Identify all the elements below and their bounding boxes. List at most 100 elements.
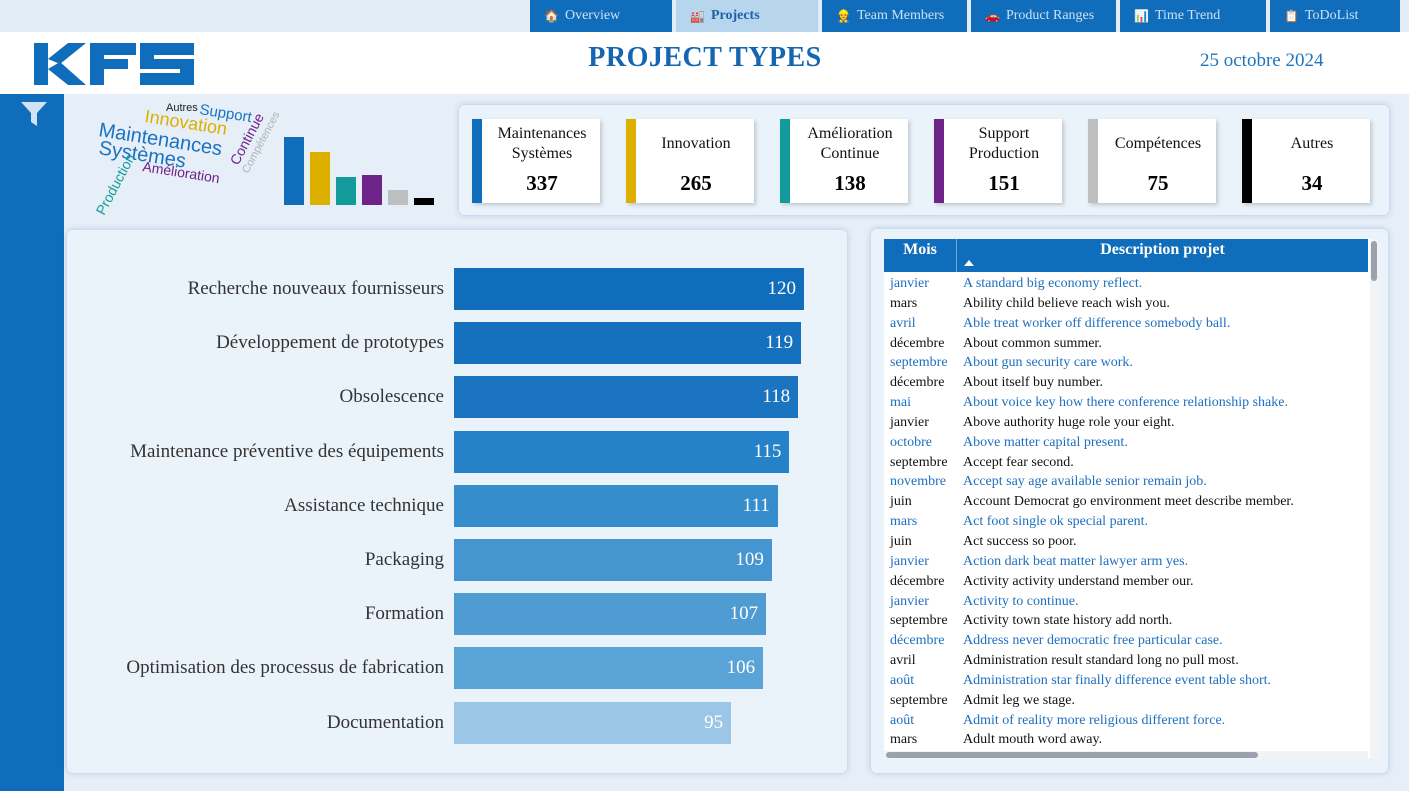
filter-icon[interactable] — [20, 101, 48, 132]
bar[interactable]: 118 — [454, 376, 799, 419]
table-row[interactable]: mars Adult mouth word away. — [884, 730, 1368, 750]
bar-row[interactable]: Maintenance préventive des équipements 11… — [67, 430, 847, 473]
table-row[interactable]: avril Able treat worker off difference so… — [884, 314, 1368, 334]
table-row[interactable]: septembre About gun security care work. — [884, 353, 1368, 373]
bar-row[interactable]: Développement de prototypes 119 — [67, 322, 847, 365]
mini-bar[interactable] — [388, 189, 408, 205]
cell-description: Act success so poor. — [963, 533, 1077, 549]
bar-value-label: 119 — [765, 332, 794, 354]
kfs-logo — [34, 43, 194, 90]
bar-category-label: Documentation — [326, 711, 444, 733]
mini-bar[interactable] — [284, 137, 304, 205]
tab-product-ranges[interactable]: 🚗 Product Ranges — [971, 0, 1116, 32]
bar-row[interactable]: Formation 107 — [67, 593, 847, 636]
kpi-value: 138 — [834, 171, 866, 195]
bar[interactable]: 119 — [454, 322, 802, 365]
kpi-card-maintenances[interactable]: Maintenances Systèmes 337 — [472, 119, 600, 203]
cell-mois: mars — [890, 732, 918, 748]
mini-bar[interactable] — [336, 177, 356, 205]
table-row[interactable]: septembre Admit leg we stage. — [884, 691, 1368, 711]
bar[interactable]: 106 — [454, 647, 764, 690]
table-row[interactable]: décembre Activity activity understand mem… — [884, 572, 1368, 592]
word-autres: Autres — [166, 102, 198, 114]
table-row[interactable]: janvier Activity to continue. — [884, 592, 1368, 612]
cell-description: Action dark beat matter lawyer arm yes. — [963, 553, 1189, 569]
table-row[interactable]: janvier A standard big economy reflect. — [884, 274, 1368, 294]
table-row[interactable]: septembre Accept fear second. — [884, 453, 1368, 473]
table-row[interactable]: septembre Activity town state history add… — [884, 611, 1368, 631]
kpi-card-competences[interactable]: Compétences 75 — [1088, 119, 1216, 203]
cell-mois: octobre — [890, 434, 932, 450]
bar-row[interactable]: Optimisation des processus de fabricatio… — [67, 647, 847, 690]
bar-row[interactable]: Recherche nouveaux fournisseurs 120 — [67, 268, 847, 310]
tab-todolist[interactable]: 📋 ToDoList — [1270, 0, 1400, 32]
table-row[interactable]: mai About voice key how there conference … — [884, 393, 1368, 413]
table-row[interactable]: décembre Address never democratic free pa… — [884, 631, 1368, 651]
tab-label: Product Ranges — [1005, 8, 1095, 23]
tab-overview[interactable]: 🏠 Overview — [530, 0, 672, 32]
vertical-scroll-thumb[interactable] — [1371, 241, 1377, 281]
tab-time-trend[interactable]: 📊 Time Trend — [1120, 0, 1266, 32]
cell-mois: juin — [890, 533, 912, 549]
table-row[interactable]: décembre About itself buy number. — [884, 373, 1368, 393]
horizontal-scroll-thumb[interactable] — [886, 752, 1258, 758]
kpi-label: Support Production — [968, 125, 1040, 162]
kpi-label: Innovation — [661, 135, 731, 152]
column-header-mois[interactable]: Mois — [884, 239, 957, 272]
kpi-stripe — [934, 119, 944, 203]
table-row[interactable]: décembre About common summer. — [884, 334, 1368, 354]
bar[interactable]: 120 — [454, 268, 804, 310]
table-row[interactable]: mars Ability child believe reach wish you… — [884, 294, 1368, 314]
bar[interactable]: 111 — [454, 484, 778, 527]
bar-row[interactable]: Packaging 109 — [67, 539, 847, 581]
vertical-scrollbar[interactable] — [1370, 239, 1378, 759]
table-row[interactable]: août Admit of reality more religious diff… — [884, 711, 1368, 731]
bar-row[interactable]: Assistance technique 111 — [67, 484, 847, 527]
kpi-card-innovation[interactable]: Innovation 265 — [626, 119, 754, 203]
table-row[interactable]: octobre Above matter capital present. — [884, 433, 1368, 453]
kpi-card-amelioration[interactable]: Amélioration Continue 138 — [780, 119, 908, 203]
table-row[interactable]: mars Act foot single ok special parent. — [884, 512, 1368, 532]
bar-category-label: Formation — [364, 603, 444, 625]
table-row[interactable]: août Administration star finally differen… — [884, 671, 1368, 691]
table-row[interactable]: novembre Accept say age available senior … — [884, 472, 1368, 492]
home-icon: 🏠 — [544, 8, 559, 23]
bar[interactable]: 115 — [454, 430, 790, 473]
cell-description: Able treat worker off difference somebod… — [963, 315, 1231, 331]
bar-row[interactable]: Documentation 95 — [67, 701, 847, 744]
cell-mois: avril — [890, 653, 916, 669]
tab-projects[interactable]: 🏭 Projects — [676, 0, 818, 32]
table-row[interactable]: juin Act success so poor. — [884, 532, 1368, 552]
column-header-description[interactable]: Description projet — [957, 239, 1368, 272]
table-body: janvier A standard big economy reflect. ma… — [884, 274, 1368, 750]
bar[interactable]: 95 — [454, 701, 732, 744]
sort-ascending-icon[interactable] — [964, 260, 974, 266]
table-row[interactable]: janvier Above authority huge role your ei… — [884, 413, 1368, 433]
cell-description: Activity activity understand member our. — [963, 573, 1194, 589]
table-row[interactable]: avril Administration result standard long… — [884, 651, 1368, 671]
mini-bar[interactable] — [310, 151, 330, 205]
bar[interactable]: 107 — [454, 593, 767, 636]
cell-mois: janvier — [890, 593, 929, 609]
cell-description: Activity town state history add north. — [963, 613, 1173, 629]
kpi-value: 265 — [680, 171, 712, 195]
kpi-card-autres[interactable]: Autres 34 — [1242, 119, 1370, 203]
mini-bar[interactable] — [362, 174, 382, 205]
cell-mois: septembre — [890, 454, 948, 470]
tab-label: Team Members — [856, 8, 945, 23]
horizontal-scrollbar[interactable] — [884, 751, 1368, 759]
cell-description: Ability child believe reach wish you. — [963, 295, 1170, 311]
table-header: Mois Description projet — [884, 239, 1368, 272]
bar-row[interactable]: Obsolescence 118 — [67, 376, 847, 419]
table-row[interactable]: juin Account Democrat go environment meet… — [884, 492, 1368, 512]
bar[interactable]: 109 — [454, 539, 772, 581]
tab-team-members[interactable]: 👷 Team Members — [822, 0, 967, 32]
kpi-card-support[interactable]: Support Production 151 — [934, 119, 1062, 203]
cell-mois: août — [890, 672, 915, 688]
kpi-label: Compétences — [1114, 135, 1202, 152]
project-bar-chart: Recherche nouveaux fournisseurs 120 Dévelo… — [67, 230, 847, 773]
mini-bar[interactable] — [414, 198, 434, 205]
mini-bar-chart — [284, 130, 444, 205]
cell-description: About voice key how there conference rel… — [963, 395, 1288, 411]
table-row[interactable]: janvier Action dark beat matter lawyer ar… — [884, 552, 1368, 572]
